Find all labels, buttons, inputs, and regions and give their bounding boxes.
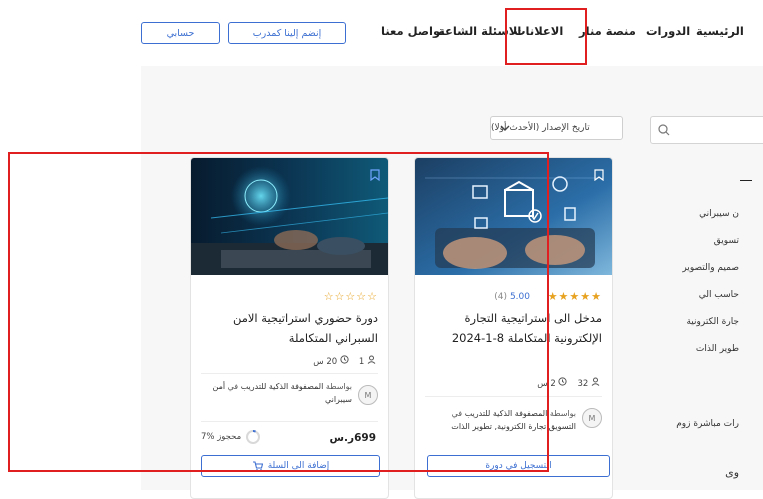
bookmark-icon[interactable] — [594, 166, 604, 185]
provider-in: في — [451, 409, 463, 418]
sidebar-item-cybersecurity[interactable]: ن سيبراني — [699, 209, 739, 219]
course-title[interactable]: مدخل الى استراتيجية التجارة الإلكترونية … — [422, 308, 602, 348]
rating-stars-empty: ☆☆☆☆☆ — [323, 290, 378, 303]
course-thumbnail — [191, 158, 388, 275]
divider — [201, 421, 378, 422]
students-count: 1 — [358, 357, 365, 367]
course-title[interactable]: دورة حضوري استراتيجية الامن السبراني الم… — [198, 308, 378, 348]
rating-value: 5.00 — [509, 292, 530, 302]
rating-stars: ★★★★★ — [547, 290, 602, 303]
enroll-course-button[interactable]: التسجيل في دورة — [427, 455, 610, 477]
provider-logo: M — [582, 408, 602, 428]
duration: 20 س — [313, 357, 338, 367]
sidebar-item-self-development[interactable]: طوير الذات — [696, 344, 739, 354]
user-icon — [591, 377, 600, 386]
students-count-group: 32 — [577, 377, 600, 389]
clock-icon — [340, 355, 349, 364]
nav-manar-platform[interactable]: منصة منار — [579, 24, 636, 38]
chevron-down-icon — [499, 122, 511, 137]
nav-courses[interactable]: الدورات — [646, 24, 690, 38]
cart-icon — [252, 461, 263, 471]
nav-home[interactable]: الرئيسية — [696, 24, 744, 38]
course-card[interactable]: ★★★★★ 5.00 (4) مدخل الى استراتيجية التجا… — [414, 157, 613, 499]
provider-name[interactable]: المصفوفة الذكية للتدريب — [465, 409, 548, 418]
sidebar-item-ecommerce[interactable]: جارة الكترونية — [686, 317, 739, 327]
provider-info: بواسطة المصفوفة الذكية للتدريب في التسوي… — [426, 407, 576, 433]
provider-prefix: بواسطة — [325, 382, 352, 391]
course-thumbnail — [415, 158, 612, 275]
bookmark-icon[interactable] — [370, 166, 380, 185]
provider-category[interactable]: التسويق,تجارة الكترونية, تطوير الذات — [451, 422, 576, 431]
user-icon — [367, 355, 376, 364]
search-input[interactable] — [650, 116, 763, 144]
course-meta: 32 2 س — [537, 377, 600, 389]
my-account-button[interactable]: حسابي — [141, 22, 220, 44]
sidebar-item-marketing[interactable]: تسويق — [714, 236, 739, 246]
duration-group: 2 س — [537, 377, 568, 389]
students-count-group: 1 — [359, 355, 376, 367]
provider-logo: M — [358, 385, 378, 405]
provider-info: بواسطة المصفوفة الذكية للتدريب في أمن سي… — [202, 380, 352, 406]
sidebar-heading-fragment — [740, 180, 752, 181]
sort-dropdown[interactable]: تاريخ الإصدار (الأحدث أولا) — [490, 116, 623, 140]
clock-icon — [558, 377, 568, 386]
course-card[interactable]: ☆☆☆☆☆ دورة حضوري استراتيجية الامن السبرا… — [190, 157, 389, 499]
duration-group: 20 س — [313, 355, 349, 367]
divider — [425, 396, 602, 397]
booked-label: 7% محجوز — [201, 432, 242, 442]
sidebar-section-label: وى — [725, 466, 739, 479]
provider-name[interactable]: المصفوفة الذكية للتدريب — [241, 382, 324, 391]
rating-count: (4) — [494, 292, 507, 302]
nav-faq[interactable]: الاسئلة الشاعة — [438, 24, 521, 38]
join-as-trainer-button[interactable]: إنضم إلينا كمدرب — [228, 22, 346, 44]
nav-announcements[interactable]: الاعلانات — [514, 24, 563, 38]
provider-prefix: بواسطة — [549, 409, 576, 418]
sidebar-item-design[interactable]: صميم والتصوير — [682, 263, 739, 273]
add-to-cart-button[interactable]: إضافة الى السلة — [201, 455, 380, 477]
booked-progress-ring — [246, 430, 261, 444]
course-meta: 1 20 س — [313, 355, 376, 367]
nav-contact[interactable]: تواصل معنا — [381, 24, 444, 38]
divider — [201, 373, 378, 374]
add-to-cart-label: إضافة الى السلة — [267, 461, 330, 471]
sidebar-item-computer[interactable]: حاسب الي — [699, 290, 739, 300]
sidebar-item-live-zoom[interactable]: رات مباشرة زوم — [676, 419, 739, 429]
search-icon — [657, 122, 671, 141]
enroll-course-label: التسجيل في دورة — [485, 461, 552, 471]
duration: 2 س — [537, 379, 556, 389]
course-price: 699ر.س — [329, 432, 376, 444]
booked-indicator: 7% محجوز — [201, 429, 261, 445]
students-count: 32 — [577, 379, 589, 389]
provider-in: في — [227, 382, 239, 391]
